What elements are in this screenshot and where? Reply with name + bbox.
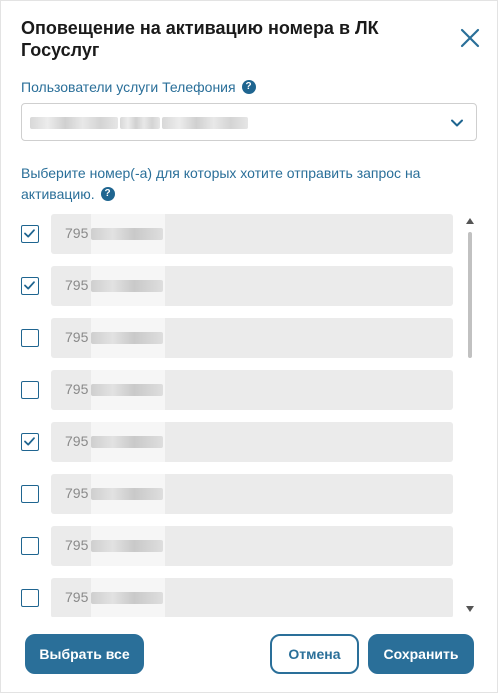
- scrollbar-thumb[interactable]: [468, 232, 472, 358]
- redacted-phone-digits: [91, 280, 163, 292]
- dialog-footer: Выбрать все Отмена Сохранить: [1, 618, 497, 692]
- number-checkbox[interactable]: [21, 433, 39, 451]
- number-checkbox[interactable]: [21, 537, 39, 555]
- redacted-phone-digits: [91, 332, 163, 344]
- number-row: 795: [1, 468, 497, 520]
- scroll-up-icon[interactable]: [466, 218, 474, 224]
- redacted-phone-digits: [91, 540, 163, 552]
- phone-number-prefix: 795: [65, 329, 89, 345]
- phone-number-field[interactable]: 795: [51, 468, 453, 520]
- number-row: 795: [1, 214, 497, 260]
- number-checkbox[interactable]: [21, 225, 39, 243]
- redacted-phone-digits: [91, 384, 163, 396]
- help-icon[interactable]: ?: [241, 80, 256, 95]
- scroll-down-icon[interactable]: [466, 606, 474, 612]
- numbers-label-line: Выберите номер(-а) для которых хотите от…: [21, 163, 481, 205]
- check-icon: [24, 437, 35, 446]
- number-checkbox[interactable]: [21, 381, 39, 399]
- number-row: 795: [1, 572, 497, 617]
- phone-number-prefix: 795: [65, 277, 89, 293]
- phone-number-field[interactable]: 795: [51, 364, 453, 416]
- select-all-button[interactable]: Выбрать все: [25, 634, 144, 674]
- phone-number-prefix: 795: [65, 589, 89, 605]
- phone-number-prefix: 795: [65, 433, 89, 449]
- phone-number-field[interactable]: 795: [51, 520, 453, 572]
- redacted-user-name: [120, 117, 160, 129]
- number-row: 795: [1, 364, 497, 416]
- redacted-user-name: [30, 117, 118, 129]
- numbers-label: Выберите номер(-а) для которых хотите от…: [21, 165, 421, 202]
- phone-number-prefix: 795: [65, 537, 89, 553]
- check-icon: [24, 281, 35, 290]
- dialog-title: Оповещение на активацию номера в ЛК Госу…: [21, 18, 379, 60]
- phone-number-field[interactable]: 795: [51, 260, 453, 312]
- phone-number-field[interactable]: 795: [51, 312, 453, 364]
- phone-number-field[interactable]: 795: [51, 416, 453, 468]
- cancel-button[interactable]: Отмена: [270, 634, 359, 674]
- users-label: Пользователи услуги Телефония: [21, 79, 236, 95]
- redacted-user-name: [162, 117, 248, 129]
- redacted-phone-digits: [91, 592, 163, 604]
- number-checkbox[interactable]: [21, 277, 39, 295]
- users-select[interactable]: [21, 103, 477, 141]
- number-checkbox[interactable]: [21, 485, 39, 503]
- number-row: 795: [1, 416, 497, 468]
- check-icon: [24, 229, 35, 238]
- close-icon[interactable]: [458, 26, 482, 50]
- number-checkbox[interactable]: [21, 329, 39, 347]
- phone-number-prefix: 795: [65, 225, 89, 241]
- phone-number-prefix: 795: [65, 485, 89, 501]
- save-button[interactable]: Сохранить: [368, 634, 474, 674]
- number-row: 795: [1, 520, 497, 572]
- scrollbar[interactable]: [463, 214, 477, 617]
- phone-number-prefix: 795: [65, 381, 89, 397]
- number-row: 795: [1, 312, 497, 364]
- redacted-phone-digits: [91, 488, 163, 500]
- number-row: 795: [1, 260, 497, 312]
- phone-number-field[interactable]: 795: [51, 572, 453, 617]
- number-checkbox[interactable]: [21, 589, 39, 607]
- users-label-line: Пользователи услуги Телефония?: [21, 77, 256, 98]
- redacted-phone-digits: [91, 436, 163, 448]
- activation-dialog: Оповещение на активацию номера в ЛК Госу…: [0, 0, 498, 693]
- help-icon[interactable]: ?: [100, 187, 115, 202]
- numbers-list: 795 795 795 795 795 795 795 795: [1, 214, 497, 617]
- phone-number-field[interactable]: 795: [51, 214, 453, 260]
- chevron-down-icon: [451, 119, 463, 127]
- redacted-phone-digits: [91, 228, 163, 240]
